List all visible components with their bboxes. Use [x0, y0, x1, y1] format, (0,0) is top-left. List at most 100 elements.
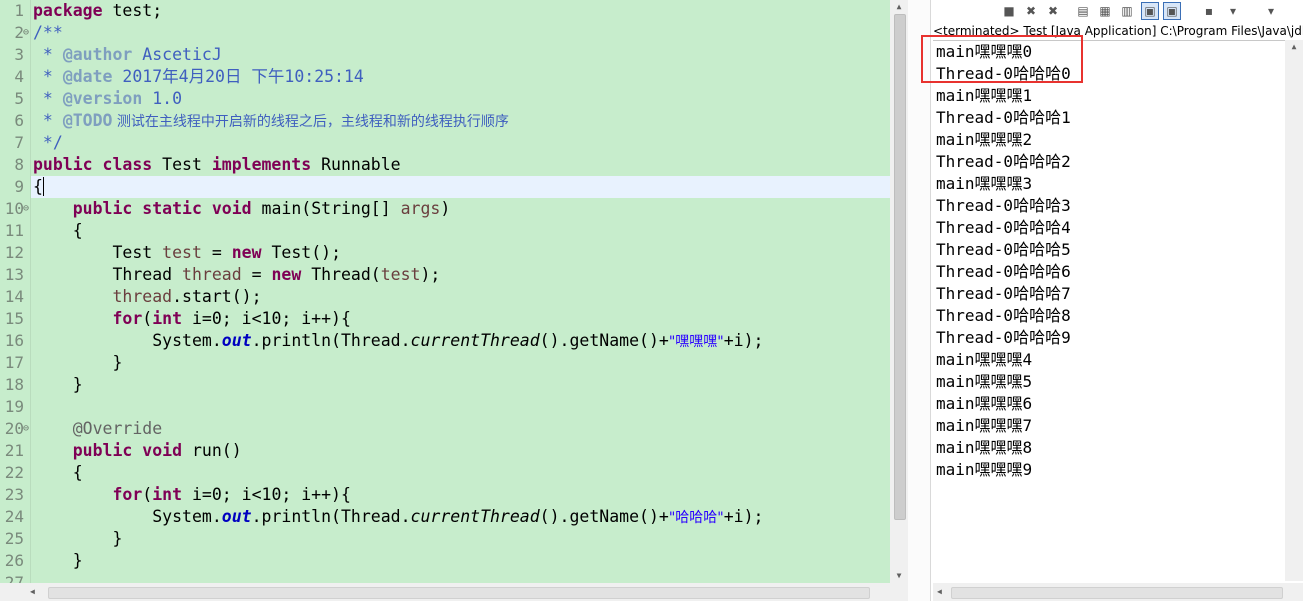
- code-text: main(String[]: [251, 199, 401, 218]
- terminate-icon[interactable]: ■: [1001, 3, 1017, 19]
- console-output-line: Thread-0哈哈哈1: [936, 108, 1071, 127]
- code-line: }: [33, 374, 83, 396]
- scroll-up-icon[interactable]: ▲: [890, 0, 908, 14]
- open-console-icon[interactable]: ▾: [1263, 3, 1279, 19]
- code-text: {: [72, 221, 83, 240]
- local-variable: test: [380, 265, 421, 284]
- code-text: test;: [102, 1, 163, 20]
- comment-text: *: [33, 89, 63, 108]
- console-vertical-scrollbar[interactable]: ▲: [1285, 40, 1303, 581]
- keyword: class: [102, 155, 153, 174]
- code-text: (: [142, 309, 153, 328]
- line-number: 2: [14, 23, 24, 42]
- fold-collapse-icon[interactable]: ⊖: [23, 198, 29, 220]
- view-splitter[interactable]: [908, 0, 931, 601]
- line-number: 10: [4, 199, 24, 218]
- annotation: @Override: [72, 419, 163, 438]
- code-line: @Override: [33, 418, 162, 440]
- console-output-line: main嘿嘿嘿4: [936, 350, 1033, 369]
- editor-horizontal-scrollbar[interactable]: ◀: [0, 583, 908, 601]
- console-output-line: Thread-0哈哈哈6: [936, 262, 1071, 281]
- console-toolbar: ■ ✖ ✖ ▤ ▦ ▥ ▣ ▣ ▪ ▾ ▾: [931, 0, 1303, 22]
- code-text: }: [72, 375, 83, 394]
- show-stderr-icon[interactable]: ▣: [1163, 2, 1181, 20]
- console-output-line: Thread-0哈哈哈4: [936, 218, 1071, 237]
- static-field: out: [221, 507, 252, 526]
- console-output[interactable]: main嘿嘿嘿0 Thread-0哈哈哈0 main嘿嘿嘿1 Thread-0哈…: [933, 40, 1285, 582]
- keyword: for: [112, 485, 143, 504]
- code-text: i=0; i<10; i++){: [182, 309, 351, 328]
- parameter: args: [400, 199, 441, 218]
- code-line: }: [33, 528, 122, 550]
- scroll-up-icon[interactable]: ▲: [1285, 40, 1303, 54]
- code-text: ().getName()+: [539, 331, 669, 350]
- keyword: package: [33, 1, 103, 20]
- code-line: {: [33, 220, 83, 242]
- scrollbar-thumb[interactable]: [48, 587, 870, 599]
- text-caret: [42, 177, 44, 196]
- pin-console-icon[interactable]: ▪: [1201, 3, 1217, 19]
- code-text: i=0; i<10; i++){: [182, 485, 351, 504]
- scrollbar-thumb[interactable]: [894, 14, 906, 520]
- fold-collapse-icon[interactable]: ⊖: [23, 22, 29, 44]
- console-output-line: main嘿嘿嘿5: [936, 372, 1033, 391]
- line-number-gutter: 1 2 3 4 5 6 7 8 9 10 11 12 13 14 15 16 1…: [0, 0, 31, 601]
- javadoc-tag: @version: [62, 89, 143, 108]
- line-number: 23: [4, 485, 24, 504]
- static-method: currentThread: [410, 507, 540, 526]
- code-text: }: [112, 529, 123, 548]
- code-editor[interactable]: 1 2 3 4 5 6 7 8 9 10 11 12 13 14 15 16 1…: [0, 0, 908, 601]
- code-text: );: [420, 265, 441, 284]
- code-text: Test();: [261, 243, 342, 262]
- code-line: System.out.println(Thread.currentThread(…: [33, 330, 763, 352]
- local-variable: thread: [112, 287, 173, 306]
- code-text: .println(Thread.: [251, 507, 411, 526]
- code-text: =: [201, 243, 232, 262]
- code-line: {: [33, 176, 44, 198]
- scroll-left-icon[interactable]: ◀: [937, 583, 942, 601]
- keyword: static: [142, 199, 202, 218]
- code-line: public class Test implements Runnable: [33, 154, 401, 176]
- console-output-line: main嘿嘿嘿8: [936, 438, 1033, 457]
- scroll-down-icon[interactable]: ▼: [890, 569, 908, 583]
- line-number: 5: [14, 89, 24, 108]
- console-output-line: Thread-0哈哈哈3: [936, 196, 1071, 215]
- remove-launch-icon[interactable]: ✖: [1023, 3, 1039, 19]
- console-horizontal-scrollbar[interactable]: ◀: [933, 583, 1303, 601]
- comment-text: 2017年4月20日 下午10:25:14: [112, 67, 364, 86]
- line-number: 15: [4, 309, 24, 328]
- code-text: {: [72, 463, 83, 482]
- fold-collapse-icon[interactable]: ⊖: [23, 418, 29, 440]
- scroll-left-icon[interactable]: ◀: [30, 583, 35, 601]
- clear-console-icon[interactable]: ▤: [1075, 3, 1091, 19]
- code-line: * @TODO 测试在主线程中开启新的线程之后，主线程和新的线程执行顺序: [33, 110, 509, 132]
- code-line: Thread thread = new Thread(test);: [33, 264, 440, 286]
- code-text: System.: [152, 507, 222, 526]
- console-output-line: Thread-0哈哈哈8: [936, 306, 1071, 325]
- scroll-lock-icon[interactable]: ▦: [1097, 3, 1113, 19]
- comment-text: 1.0: [142, 89, 183, 108]
- editor-vertical-scrollbar[interactable]: ▲ ▼: [890, 0, 908, 583]
- scrollbar-thumb[interactable]: [951, 587, 1283, 599]
- code-line: }: [33, 550, 83, 572]
- comment-text: /**: [33, 23, 63, 42]
- keyword: int: [152, 309, 183, 328]
- code-line: */: [33, 132, 63, 154]
- word-wrap-icon[interactable]: ▥: [1119, 3, 1135, 19]
- code-text: ): [440, 199, 451, 218]
- static-field: out: [221, 331, 252, 350]
- code-line: /**: [33, 22, 63, 44]
- code-text: }: [112, 353, 123, 372]
- keyword: public: [72, 441, 133, 460]
- line-number: 9: [14, 177, 24, 196]
- line-number: 6: [14, 111, 24, 130]
- code-text: run(): [182, 441, 242, 460]
- code-line: * @author AsceticJ: [33, 44, 222, 66]
- show-stdout-icon[interactable]: ▣: [1141, 2, 1159, 20]
- code-line: {: [33, 462, 83, 484]
- remove-all-terminated-icon[interactable]: ✖: [1045, 3, 1061, 19]
- code-line: package test;: [33, 0, 162, 22]
- display-selected-console-icon[interactable]: ▾: [1225, 3, 1241, 19]
- line-number: 14: [4, 287, 24, 306]
- console-output-line: main嘿嘿嘿2: [936, 130, 1033, 149]
